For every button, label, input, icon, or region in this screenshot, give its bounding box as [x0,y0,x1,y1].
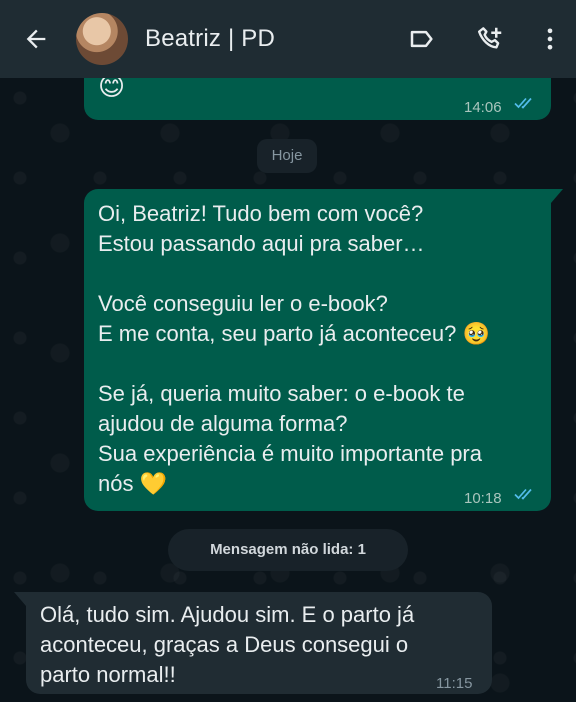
add-call-button[interactable] [456,0,524,78]
message-line: parto normal!! [40,662,176,687]
chat-header: Beatriz | PD [0,0,576,78]
label-icon [410,30,433,48]
message-time: 11:15 [436,675,473,692]
message-line [98,259,538,289]
message-bubble-outgoing[interactable]: 😊 14:06 [84,78,551,120]
message-line: Olá, tudo sim. Ajudou sim. E o parto já [40,602,415,627]
more-vert-icon [547,28,553,50]
message-line: Oi, Beatriz! Tudo bem com você? [98,201,424,226]
message-bubble-outgoing[interactable]: Oi, Beatriz! Tudo bem com você? Estou pa… [84,189,563,511]
date-divider: Hoje [257,139,317,173]
message-line: Se já, queria muito saber: o e-book te [98,381,465,406]
message-line: Você conseguiu ler o e-book? [98,291,388,316]
message-emoji: 😊 [98,78,126,101]
bubble-tail [551,189,563,203]
add-call-icon [477,27,502,49]
message-line: ajudou de alguma forma? [98,411,348,436]
back-arrow-icon [26,29,46,49]
more-options-button[interactable] [524,0,576,78]
message-line: aconteceu, graças a Deus consegui o [40,632,409,657]
message-line [98,349,538,379]
message-line: Estou passando aqui pra saber… [98,231,425,256]
bubble-tail [14,592,26,606]
message-line: E me conta, seu parto já aconteceu? 🥹 [98,321,490,346]
message-text: Oi, Beatriz! Tudo bem com você? Estou pa… [98,199,538,499]
avatar[interactable] [76,13,128,65]
read-ticks-icon [514,97,532,109]
read-ticks-icon [514,488,532,500]
message-time: 14:06 [464,99,502,116]
message-time: 10:18 [464,490,502,507]
message-line: Sua experiência é muito importante pra [98,441,482,466]
contact-name[interactable]: Beatriz | PD [145,25,388,53]
unread-divider: Mensagem não lida: 1 [168,529,408,571]
message-text: Olá, tudo sim. Ajudou sim. E o parto já … [40,600,480,690]
back-button[interactable] [0,0,72,78]
chat-area[interactable]: 😊 14:06 Hoje Oi, Beatriz! Tudo bem com v… [0,78,576,702]
message-bubble-incoming[interactable]: Olá, tudo sim. Ajudou sim. E o parto já … [14,592,492,694]
label-button[interactable] [388,0,456,78]
